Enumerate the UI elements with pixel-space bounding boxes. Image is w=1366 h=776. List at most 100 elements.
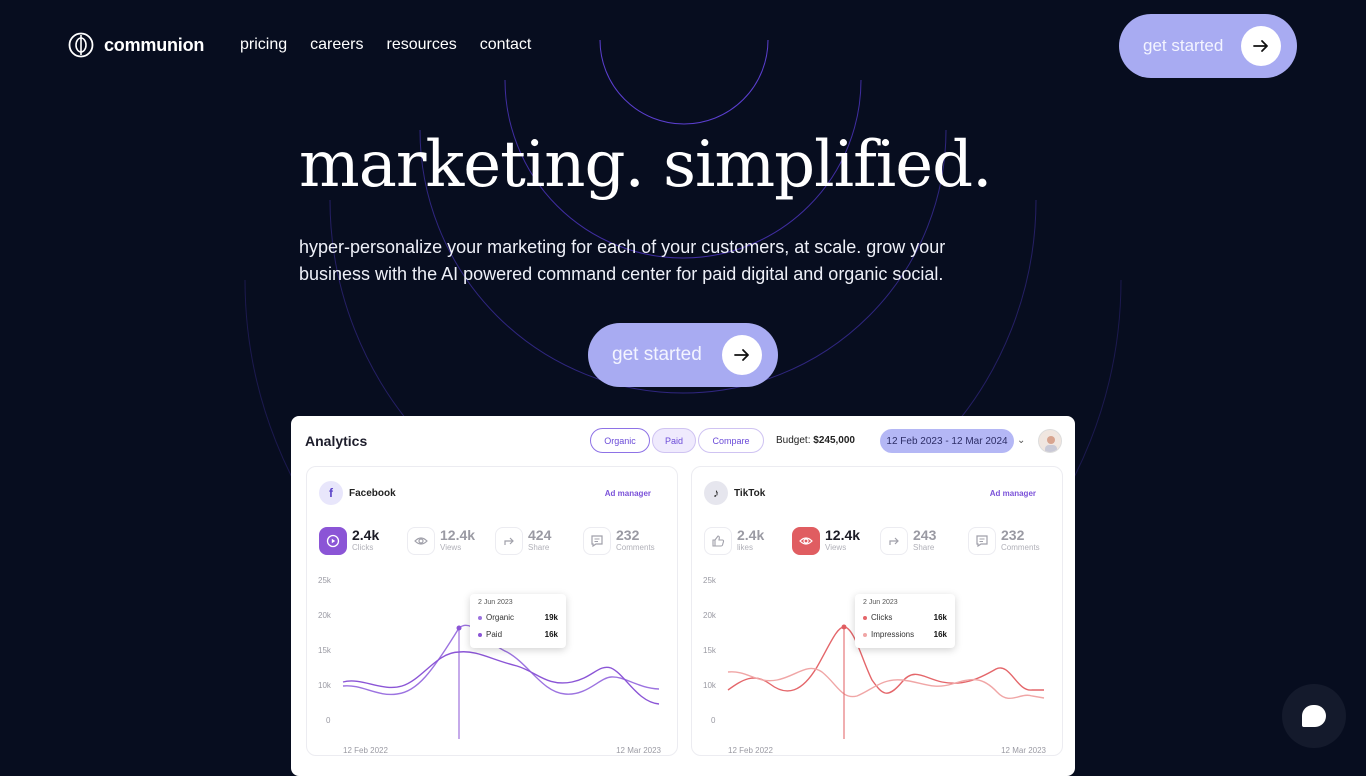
avatar[interactable] [1038, 429, 1062, 453]
arrow-right-icon [722, 335, 762, 375]
y-tick: 0 [326, 716, 331, 725]
metric-comments[interactable]: 232 Comments [968, 527, 1056, 555]
x-start-label: 12 Feb 2022 [343, 746, 388, 755]
y-tick: 25k [703, 576, 717, 585]
tooltip-row-value: 16k [544, 630, 558, 639]
metric-value: 424 [528, 527, 552, 543]
chat-launcher-button[interactable] [1282, 684, 1346, 748]
metric-comments[interactable]: 232 Comments [583, 527, 671, 555]
chart-tooltip: 2 Jun 2023 Clicks 16k Impressions 16k [855, 594, 955, 648]
tooltip-row-label: Clicks [871, 613, 893, 622]
metric-value: 232 [1001, 527, 1025, 543]
x-end-label: 12 Mar 2023 [1001, 746, 1046, 755]
metric-label: Share [528, 543, 550, 552]
hover-point [456, 625, 462, 631]
segment-paid[interactable]: Paid [652, 428, 696, 453]
metric-value: 2.4k [737, 527, 765, 543]
thumbs-up-icon [704, 527, 732, 555]
facebook-icon: f [319, 481, 343, 505]
header-get-started-button[interactable]: get started [1119, 14, 1297, 78]
x-start-label: 12 Feb 2022 [728, 746, 773, 755]
metric-value: 243 [913, 527, 937, 543]
ad-manager-link[interactable]: Ad manager [990, 489, 1036, 498]
metric-views[interactable]: 12.4k Views [792, 527, 880, 555]
main-nav: pricing careers resources contact [240, 36, 531, 54]
view-segmented-control: Organic Paid Compare [590, 428, 764, 453]
metric-label: Comments [616, 543, 655, 552]
segment-compare[interactable]: Compare [698, 428, 764, 453]
metric-share[interactable]: 424 Share [495, 527, 583, 555]
y-tick: 20k [318, 611, 332, 620]
hero-subhead: hyper-personalize your marketing for eac… [299, 237, 946, 284]
metric-label: Comments [1001, 543, 1040, 552]
comment-icon [968, 527, 996, 555]
tooltip-row-value: 16k [933, 613, 947, 622]
dashboard-title: Analytics [305, 433, 368, 449]
metric-value: 12.4k [825, 527, 861, 543]
hero-headline: marketing. simplified. [299, 128, 992, 202]
y-tick: 25k [318, 576, 332, 585]
header-cta-label: get started [1143, 36, 1224, 55]
facebook-metrics: 2.4k Clicks 12.4k Views 424 Share 232 Commen… [319, 527, 671, 555]
nav-careers[interactable]: careers [310, 36, 363, 54]
budget-display: Budget: $245,000 [776, 435, 855, 446]
y-tick: 0 [711, 716, 716, 725]
tooltip-date: 2 Jun 2023 [478, 599, 513, 606]
y-tick: 10k [318, 681, 332, 690]
date-range-picker[interactable]: 12 Feb 2023 - 12 Mar 2024 [880, 429, 1014, 453]
metric-clicks[interactable]: 2.4k Clicks [319, 527, 407, 555]
metric-likes[interactable]: 2.4k likes [704, 527, 792, 555]
play-icon [319, 527, 347, 555]
y-tick: 15k [318, 646, 332, 655]
metric-value: 2.4k [352, 527, 380, 543]
tiktok-card-header: ♪ TikTok [704, 481, 765, 505]
platform-name: Facebook [349, 487, 396, 499]
tooltip-row: Organic 19k [478, 609, 558, 626]
tooltip-row-value: 19k [544, 613, 558, 622]
analytics-dashboard-preview: Analytics Organic Paid Compare Budget: $… [291, 416, 1075, 776]
tooltip-row-label: Organic [486, 613, 515, 622]
tooltip-date: 2 Jun 2023 [863, 599, 898, 606]
metric-label: Views [440, 543, 462, 552]
brand-name: communion [104, 34, 205, 55]
chevron-down-icon[interactable]: ⌄ [1017, 435, 1025, 446]
hero-get-started-button[interactable]: get started [588, 323, 778, 387]
hero-cta-label: get started [612, 344, 702, 365]
chart-tooltip: 2 Jun 2023 Organic 19k Paid 16k [470, 594, 566, 648]
tooltip-row-label: Paid [486, 630, 503, 639]
tiktok-icon: ♪ [704, 481, 728, 505]
share-icon [495, 527, 523, 555]
logo[interactable]: communion [68, 32, 204, 58]
y-tick: 20k [703, 611, 717, 620]
comment-icon [583, 527, 611, 555]
nav-contact[interactable]: contact [480, 36, 532, 54]
communion-logo-icon [68, 32, 94, 58]
ad-manager-link[interactable]: Ad manager [605, 489, 651, 498]
metric-label: Share [913, 543, 935, 552]
tiktok-card: ♪ TikTok Ad manager 2.4k likes 12.4k Views [691, 466, 1063, 756]
nav-resources[interactable]: resources [387, 36, 457, 54]
nav-pricing[interactable]: pricing [240, 36, 287, 54]
eye-icon [407, 527, 435, 555]
metric-value: 12.4k [440, 527, 476, 543]
share-icon [880, 527, 908, 555]
impressions-series-line [727, 667, 1045, 700]
metric-label: Views [825, 543, 847, 552]
tooltip-row-value: 16k [933, 630, 947, 639]
metric-label: likes [737, 543, 754, 552]
tiktok-metrics: 2.4k likes 12.4k Views 243 Share 232 Comment… [704, 527, 1056, 555]
y-tick: 10k [703, 681, 717, 690]
tooltip-row: Impressions 16k [863, 626, 947, 643]
metric-share[interactable]: 243 Share [880, 527, 968, 555]
metric-label: Clicks [352, 543, 374, 552]
segment-organic[interactable]: Organic [590, 428, 650, 453]
metric-views[interactable]: 12.4k Views [407, 527, 495, 555]
tooltip-row: Paid 16k [478, 626, 558, 643]
eye-icon [792, 527, 820, 555]
paid-series-line [342, 651, 660, 705]
x-end-label: 12 Mar 2023 [616, 746, 661, 755]
tooltip-row-label: Impressions [871, 630, 915, 639]
arrow-right-icon [1241, 26, 1281, 66]
tooltip-row: Clicks 16k [863, 609, 947, 626]
hover-point [841, 624, 847, 630]
